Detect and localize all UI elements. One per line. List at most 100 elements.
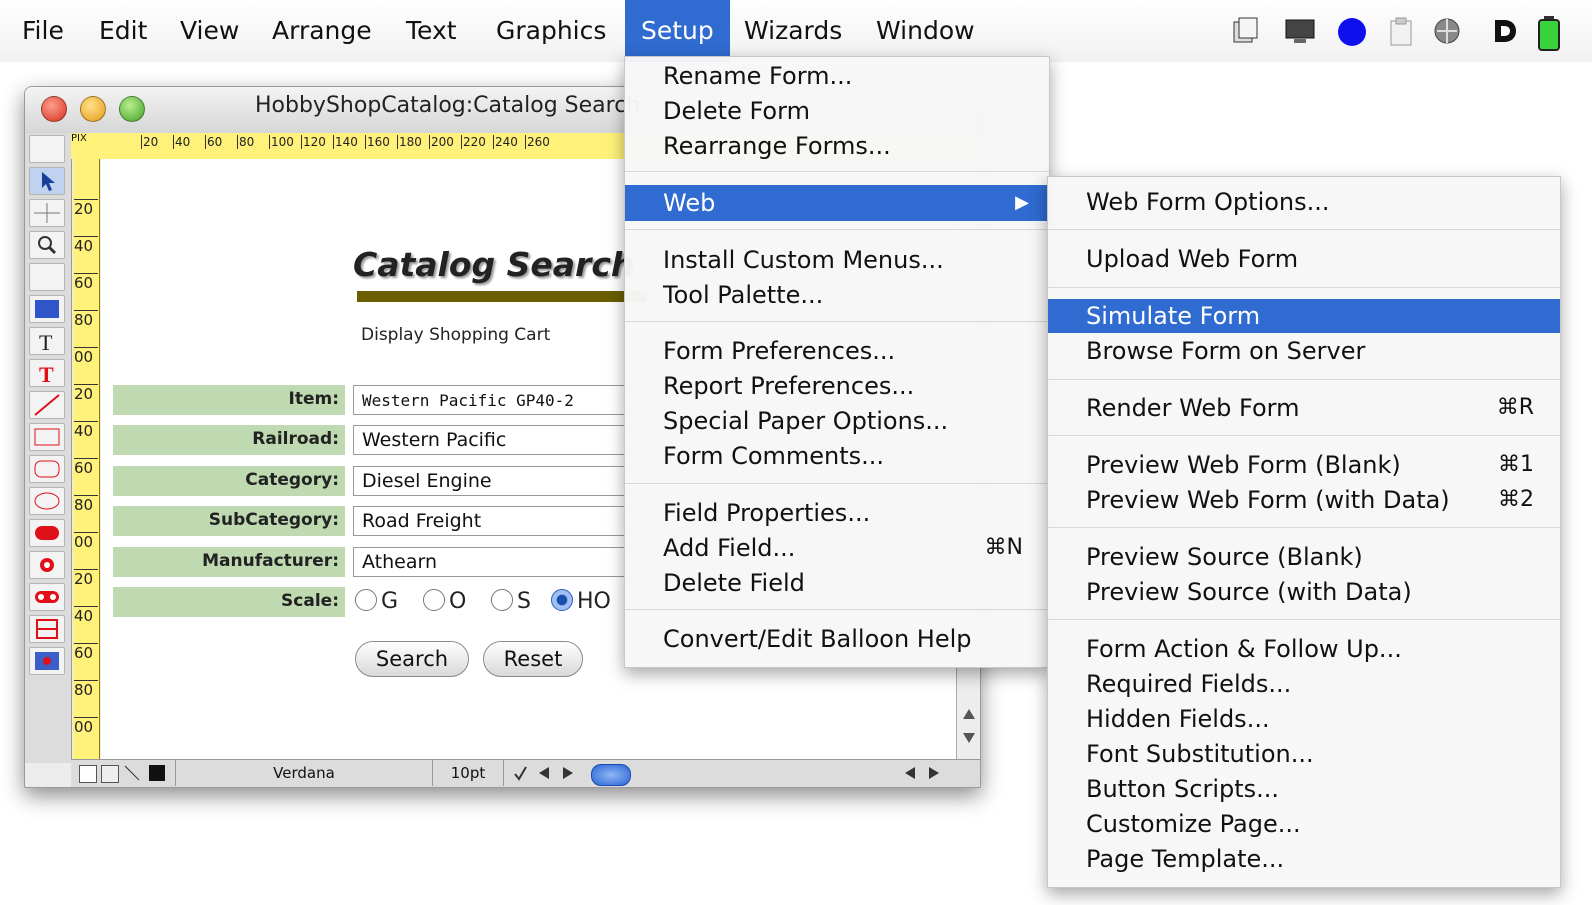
text-color-icon[interactable] <box>511 764 529 782</box>
menu-item-preview-web-form-blank[interactable]: Preview Web Form (Blank) ⌘1 <box>1048 448 1560 482</box>
menu-bar: File Edit View Arrange Text Graphics Set… <box>0 0 1592 62</box>
menu-item-page-template[interactable]: Page Template... <box>1048 842 1560 876</box>
menu-window[interactable]: Window <box>858 0 993 62</box>
pointer-tool-icon[interactable] <box>29 167 65 195</box>
globe-icon[interactable] <box>1432 16 1462 46</box>
category-field[interactable]: Diesel Engine <box>353 466 647 496</box>
menu-item-delete-field[interactable]: Delete Field <box>625 566 1049 600</box>
minimize-button[interactable] <box>80 96 106 122</box>
menu-item-browse-form-on-server[interactable]: Browse Form on Server <box>1048 334 1560 368</box>
scroll-down-icon[interactable] <box>962 731 976 745</box>
menu-item-install-custom-menus[interactable]: Install Custom Menus... <box>625 243 1049 277</box>
oval-tool-icon[interactable] <box>29 487 65 515</box>
scroll-right-icon[interactable] <box>561 766 575 780</box>
menu-item-add-field[interactable]: Add Field... ⌘N <box>625 531 1049 565</box>
menu-item-web-form-options[interactable]: Web Form Options... <box>1048 185 1560 219</box>
fill-white-icon[interactable] <box>79 765 97 783</box>
scale-radio-ho[interactable]: HO <box>551 589 611 614</box>
resize-tool-icon[interactable] <box>29 135 65 163</box>
scroll-up-icon[interactable] <box>962 707 976 721</box>
scale-radio-g[interactable]: G <box>355 589 398 614</box>
subcategory-field[interactable]: Road Freight <box>353 506 647 536</box>
menu-item-hidden-fields[interactable]: Hidden Fields... <box>1048 702 1560 736</box>
menu-graphics[interactable]: Graphics <box>478 0 624 62</box>
image-tool-icon[interactable] <box>29 647 65 675</box>
radio-tool-icon[interactable] <box>29 551 65 579</box>
font-size-selector[interactable]: 10pt <box>433 760 504 786</box>
clipboard-icon[interactable] <box>1388 16 1414 46</box>
text-tool-icon[interactable]: T <box>29 327 65 355</box>
cell-tool-icon[interactable] <box>29 263 65 291</box>
menu-item-report-preferences[interactable]: Report Preferences... <box>625 369 1049 403</box>
fill-black-icon[interactable] <box>149 765 165 781</box>
menu-item-form-preferences[interactable]: Form Preferences... <box>625 334 1049 368</box>
menu-item-render-web-form[interactable]: Render Web Form ⌘R <box>1048 391 1560 425</box>
reset-button[interactable]: Reset <box>483 641 583 677</box>
railroad-label: Railroad: <box>252 429 339 449</box>
menu-item-customize-page[interactable]: Customize Page... <box>1048 807 1560 841</box>
menu-separator <box>1048 229 1560 230</box>
menu-separator <box>625 229 1049 230</box>
rectangle-tool-icon[interactable] <box>29 423 65 451</box>
search-button[interactable]: Search <box>355 641 469 677</box>
d-letter-icon[interactable] <box>1490 16 1520 46</box>
font-selector[interactable]: Verdana <box>175 760 433 786</box>
crosshair-tool-icon[interactable] <box>29 199 65 227</box>
menu-item-web[interactable]: Web ▶ <box>625 185 1049 221</box>
rounded-rect-tool-icon[interactable] <box>29 455 65 483</box>
menu-item-delete-form[interactable]: Delete Form <box>625 94 1049 128</box>
zoom-button[interactable] <box>119 96 145 122</box>
button-tool-icon[interactable] <box>29 519 65 547</box>
menu-item-tool-palette[interactable]: Tool Palette... <box>625 278 1049 312</box>
setup-menu: Rename Form... Delete Form Rearrange For… <box>624 56 1050 668</box>
manufacturer-field[interactable]: Athearn <box>353 547 647 577</box>
menu-item-balloon-help[interactable]: Convert/Edit Balloon Help <box>625 622 1049 656</box>
battery-icon[interactable] <box>1536 16 1564 52</box>
menu-edit[interactable]: Edit <box>81 0 165 62</box>
title-underline <box>357 291 647 302</box>
menu-wizards[interactable]: Wizards <box>726 0 860 62</box>
red-text-tool-icon[interactable]: T <box>29 359 65 387</box>
menu-item-upload-web-form[interactable]: Upload Web Form <box>1048 242 1560 276</box>
menu-setup[interactable]: Setup <box>625 0 730 62</box>
line-style-icon[interactable] <box>123 764 141 782</box>
menu-item-preview-source-data[interactable]: Preview Source (with Data) <box>1048 575 1560 609</box>
fill-outline-icon[interactable] <box>101 765 119 783</box>
popup-tool-icon[interactable] <box>29 615 65 643</box>
menu-item-required-fields[interactable]: Required Fields... <box>1048 667 1560 701</box>
item-label: Item: <box>288 389 340 409</box>
line-tool-icon[interactable] <box>29 391 65 419</box>
h-scroll-left-icon[interactable] <box>903 766 917 780</box>
item-field[interactable]: Western Pacific GP40-2 <box>353 385 647 415</box>
menu-arrange[interactable]: Arrange <box>254 0 390 62</box>
horizontal-scroll-thumb[interactable] <box>591 764 631 786</box>
h-scroll-right-icon[interactable] <box>927 766 941 780</box>
menu-item-special-paper-options[interactable]: Special Paper Options... <box>625 404 1049 438</box>
menu-item-field-properties[interactable]: Field Properties... <box>625 496 1049 530</box>
checkbox-tool-icon[interactable] <box>29 583 65 611</box>
menu-file[interactable]: File <box>4 0 82 62</box>
menu-item-rename-form[interactable]: Rename Form... <box>625 59 1049 93</box>
menu-item-preview-source-blank[interactable]: Preview Source (Blank) <box>1048 540 1560 574</box>
blue-dot-icon[interactable] <box>1336 16 1368 48</box>
railroad-field[interactable]: Western Pacific <box>353 425 647 455</box>
magnify-tool-icon[interactable] <box>29 231 65 259</box>
scale-radio-s[interactable]: S <box>491 589 531 614</box>
data-tool-icon[interactable] <box>29 295 65 323</box>
railroad-label-box: Railroad: <box>113 425 345 455</box>
menu-item-preview-web-form-data[interactable]: Preview Web Form (with Data) ⌘2 <box>1048 483 1560 517</box>
menu-item-simulate-form[interactable]: Simulate Form <box>1048 299 1560 333</box>
menu-item-rearrange-forms[interactable]: Rearrange Forms... <box>625 129 1049 163</box>
menu-view[interactable]: View <box>162 0 257 62</box>
scale-radio-o[interactable]: O <box>423 589 466 614</box>
menu-item-form-action[interactable]: Form Action & Follow Up... <box>1048 632 1560 666</box>
menu-text[interactable]: Text <box>388 0 475 62</box>
menu-item-font-substitution[interactable]: Font Substitution... <box>1048 737 1560 771</box>
document-stack-icon[interactable] <box>1230 16 1260 46</box>
menu-item-button-scripts[interactable]: Button Scripts... <box>1048 772 1560 806</box>
menu-item-form-comments[interactable]: Form Comments... <box>625 439 1049 473</box>
close-button[interactable] <box>41 96 67 122</box>
display-cart-link[interactable]: Display Shopping Cart <box>361 325 550 345</box>
display-icon[interactable] <box>1284 16 1316 46</box>
scroll-left-icon[interactable] <box>537 766 551 780</box>
